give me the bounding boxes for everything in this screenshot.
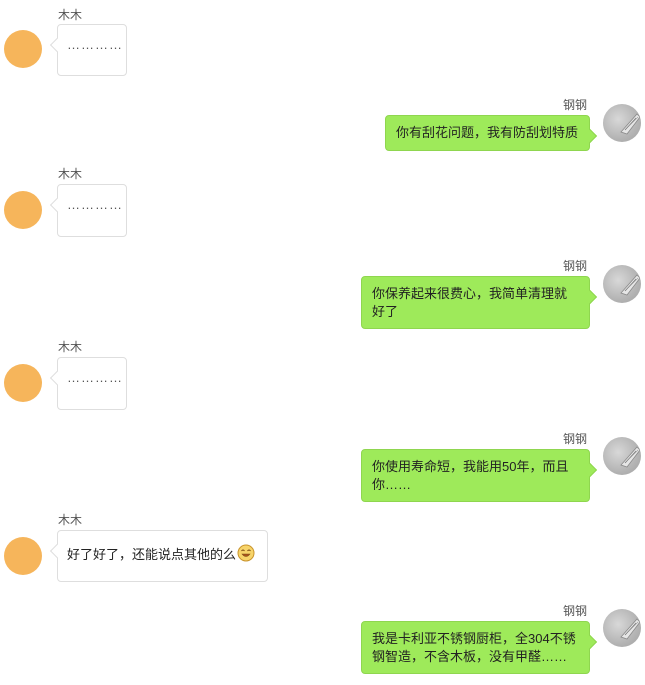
sender-name: 木木 [58,340,83,354]
message-bubble: 你有刮花问题，我有防刮划特质 [385,115,590,151]
avatar[interactable] [4,364,42,402]
message-bubble: ………… [57,357,127,410]
avatar[interactable] [603,104,641,142]
avatar[interactable] [4,537,42,575]
avatar[interactable] [603,265,641,303]
steel-avatar-icon [620,446,641,468]
avatar[interactable] [4,191,42,229]
message-text: ………… [67,37,123,52]
sender-name: 钢钢 [563,98,588,112]
sender-name: 钢钢 [563,432,588,446]
message-bubble: ………… [57,24,127,76]
message-bubble: 你使用寿命短，我能用50年，而且你…… [361,449,590,502]
message-bubble: 我是卡利亚不锈钢厨柜，全304不锈钢智造，不含木板，没有甲醛…… [361,621,590,674]
avatar[interactable] [4,30,42,68]
message-text: 你保养起来很费心，我简单清理就好了 [372,286,568,319]
chat-window: 木木 ………… 钢钢 你有刮花问题，我有防刮划特质 木木 ………… 钢钢 你保养… [0,0,645,685]
steel-avatar-icon [620,274,641,296]
message-text: 好了好了，还能说点其他的么 [67,547,237,562]
sender-name: 钢钢 [563,604,588,618]
steel-avatar-icon [620,618,641,640]
message-text: 你使用寿命短，我能用50年，而且你…… [372,459,569,492]
message-text: 你有刮花问题，我有防刮划特质 [396,125,579,140]
message-text: 我是卡利亚不锈钢厨柜，全304不锈钢智造，不含木板，没有甲醛…… [372,631,576,664]
sender-name: 木木 [58,8,83,22]
message-text: ………… [67,197,123,212]
avatar[interactable] [603,437,641,475]
sender-name: 木木 [58,167,83,181]
sender-name: 木木 [58,513,83,527]
avatar[interactable] [603,609,641,647]
sender-name: 钢钢 [563,259,588,273]
laughing-face-icon [237,544,255,562]
steel-avatar-icon [620,113,641,135]
message-text: ………… [67,370,123,385]
message-bubble: 你保养起来很费心，我简单清理就好了 [361,276,590,329]
message-bubble: 好了好了，还能说点其他的么 [57,530,268,582]
message-bubble: ………… [57,184,127,237]
